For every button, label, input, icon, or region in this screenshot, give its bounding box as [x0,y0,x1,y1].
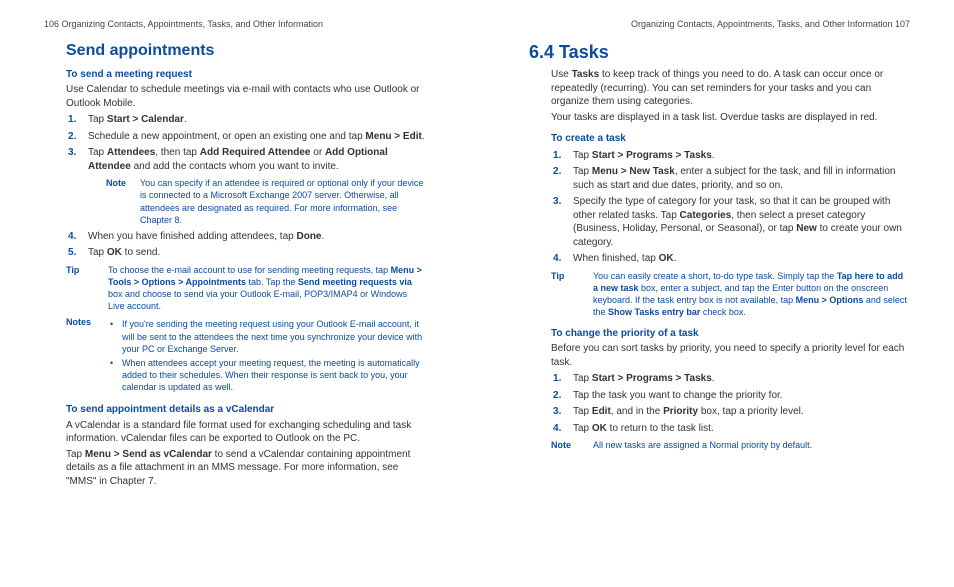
notes-item: When attendees accept your meeting reque… [120,357,425,393]
notes-item: If you're sending the meeting request us… [120,318,425,354]
heading-send-appointments: Send appointments [66,40,425,62]
para-change-priority: Before you can sort tasks by priority, y… [551,342,910,369]
subheading-change-priority: To change the priority of a task [551,327,910,341]
tip-label: Tip [66,264,108,313]
step-item: Tap Start > Programs > Tasks. [569,149,910,163]
steps-create-task: Tap Start > Programs > Tasks. Tap Menu >… [551,149,910,266]
step-item: When finished, tap OK. [569,252,910,266]
step-item: When you have finished adding attendees,… [84,230,425,244]
subheading-create-task: To create a task [551,132,910,146]
tip-text: You can easily create a short, to-do typ… [593,270,910,319]
tasks-intro-2: Your tasks are displayed in a task list.… [551,111,910,125]
subheading-meeting-request: To send a meeting request [66,68,425,82]
subheading-vcalendar: To send appointment details as a vCalend… [66,403,425,417]
tip-text: To choose the e-mail account to use for … [108,264,425,313]
tip-block: Tip You can easily create a short, to-do… [551,270,910,319]
step-item: Tap Start > Programs > Tasks. [569,372,910,386]
tip-label: Tip [551,270,593,319]
steps-change-priority: Tap Start > Programs > Tasks. Tap the ta… [551,372,910,435]
notes-text: If you're sending the meeting request us… [108,316,425,395]
note-text: You can specify if an attendee is requir… [140,177,425,226]
step-item: Tap OK to return to the task list. [569,422,910,436]
section-title-tasks: 6.4 Tasks [529,40,910,64]
step-item: Tap OK to send. [84,246,425,260]
page-left: 106 Organizing Contacts, Appointments, T… [0,0,477,587]
para-vcalendar-2: Tap Menu > Send as vCalendar to send a v… [66,448,425,489]
step-item: Tap Attendees, then tap Add Required Att… [84,146,425,226]
running-head-right: Organizing Contacts, Appointments, Tasks… [529,18,910,30]
step-item: Schedule a new appointment, or open an e… [84,130,425,144]
inline-note: Note You can specify if an attendee is r… [106,177,425,226]
step-item: Tap the task you want to change the prio… [569,389,910,403]
running-head-left: 106 Organizing Contacts, Appointments, T… [44,18,425,30]
note-text: All new tasks are assigned a Normal prio… [593,439,812,451]
intro-meeting-request: Use Calendar to schedule meetings via e-… [66,83,425,110]
notes-block: Notes If you're sending the meeting requ… [66,316,425,395]
step-item: Tap Edit, and in the Priority box, tap a… [569,405,910,419]
tip-block: Tip To choose the e-mail account to use … [66,264,425,313]
note-label: Note [551,439,593,451]
steps-meeting-request: Tap Start > Calendar. Schedule a new app… [66,113,425,260]
page-right: Organizing Contacts, Appointments, Tasks… [477,0,954,587]
step-item: Tap Start > Calendar. [84,113,425,127]
notes-label: Notes [66,316,108,395]
para-vcalendar-1: A vCalendar is a standard file format us… [66,419,425,446]
step-item: Tap Menu > New Task, enter a subject for… [569,165,910,192]
page-spread: 106 Organizing Contacts, Appointments, T… [0,0,954,587]
note-label: Note [106,177,140,226]
note-block: Note All new tasks are assigned a Normal… [551,439,910,451]
tasks-intro-1: Use Tasks to keep track of things you ne… [551,68,910,109]
step-item: Specify the type of category for your ta… [569,195,910,249]
